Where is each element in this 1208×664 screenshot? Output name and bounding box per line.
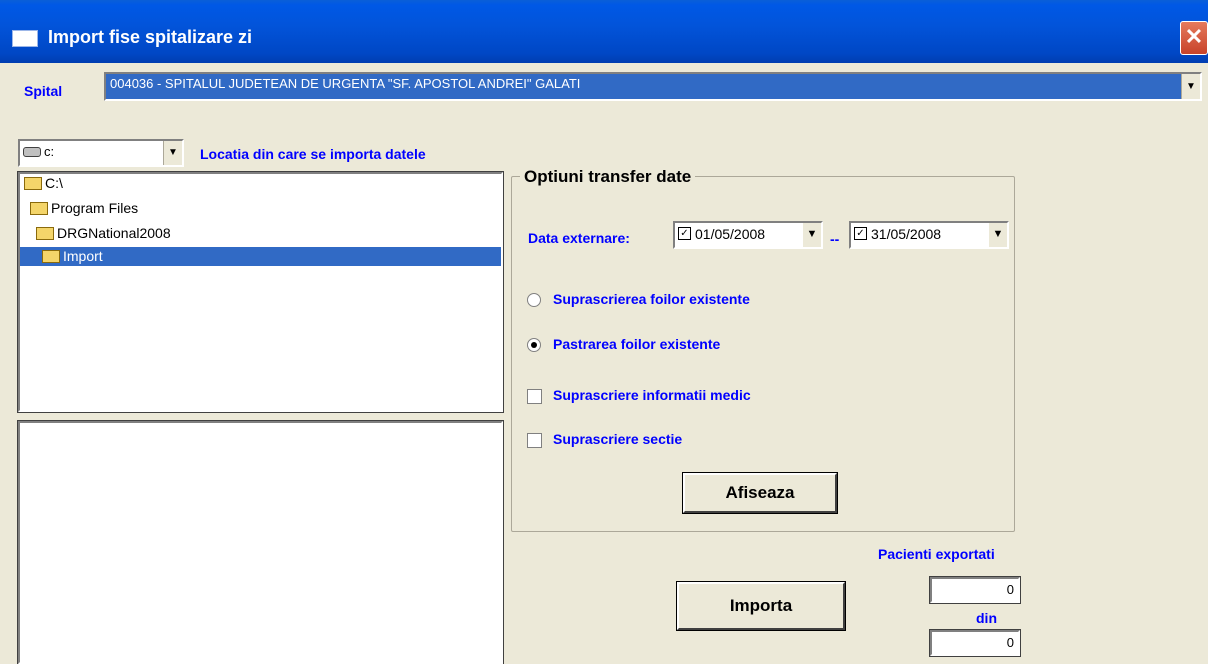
tree-item-selected[interactable]: Import — [20, 247, 501, 266]
date-label: Data externare: — [528, 230, 630, 246]
open-folder-icon — [36, 226, 54, 240]
import-button[interactable]: Importa — [676, 581, 846, 631]
checkbox-overwrite-sectie[interactable] — [527, 433, 542, 448]
window-title: Import fise spitalizare zi — [48, 27, 253, 47]
checkbox-overwrite-medic-label[interactable]: Suprascriere informatii medic — [553, 387, 751, 403]
exported-patients-label: Pacienti exportati — [878, 546, 995, 562]
hospital-select[interactable]: 004036 - SPITALUL JUDETEAN DE URGENTA "S… — [104, 72, 1202, 101]
drive-icon — [23, 147, 41, 157]
open-folder-icon — [24, 176, 42, 190]
options-group-title: Optiuni transfer date — [520, 167, 696, 187]
of-label: din — [976, 610, 997, 626]
radio-keep[interactable] — [527, 338, 541, 352]
radio-selected-dot — [531, 342, 537, 348]
date-from-value: 01/05/2008 — [695, 226, 766, 242]
radio-overwrite-label[interactable]: Suprascrierea foilor existente — [553, 291, 750, 307]
radio-overwrite[interactable] — [527, 293, 541, 307]
window-icon — [12, 30, 38, 47]
date-from-picker[interactable]: ✓ 01/05/2008 ▼ — [673, 221, 823, 249]
chevron-down-icon[interactable]: ▼ — [1181, 74, 1200, 99]
drive-select[interactable]: c: ▼ — [18, 139, 184, 167]
chevron-down-icon[interactable]: ▼ — [163, 141, 182, 165]
tree-item[interactable]: DRGNational2008 — [36, 224, 171, 243]
open-folder-icon — [30, 201, 48, 215]
date-separator: -- — [830, 231, 840, 247]
drive-select-value: c: — [44, 144, 55, 159]
chevron-down-icon[interactable]: ▼ — [989, 223, 1007, 247]
hospital-select-value: 004036 - SPITALUL JUDETEAN DE URGENTA "S… — [110, 76, 581, 91]
directory-tree[interactable]: C:\ Program Files DRGNational2008 Import — [17, 171, 504, 413]
title-bar: Import fise spitalizare zi ✕ — [0, 0, 1208, 63]
file-list[interactable] — [17, 420, 504, 664]
chevron-down-icon[interactable]: ▼ — [803, 223, 821, 247]
location-label: Locatia din care se importa datele — [200, 146, 426, 162]
exported-count-field: 0 — [929, 576, 1021, 604]
total-count-field: 0 — [929, 629, 1021, 657]
date-to-checkbox[interactable]: ✓ — [854, 227, 867, 240]
date-to-picker[interactable]: ✓ 31/05/2008 ▼ — [849, 221, 1009, 249]
radio-keep-label[interactable]: Pastrarea foilor existente — [553, 336, 720, 352]
date-from-checkbox[interactable]: ✓ — [678, 227, 691, 240]
hospital-label: Spital — [24, 83, 63, 99]
open-folder-icon — [42, 249, 60, 263]
date-to-value: 31/05/2008 — [871, 226, 942, 242]
checkbox-overwrite-medic[interactable] — [527, 389, 542, 404]
checkbox-overwrite-sectie-label[interactable]: Suprascriere sectie — [553, 431, 682, 447]
tree-item[interactable]: C:\ — [24, 174, 63, 193]
tree-item[interactable]: Program Files — [30, 199, 138, 218]
close-button[interactable]: ✕ — [1180, 21, 1208, 55]
show-button[interactable]: Afiseaza — [682, 472, 838, 514]
